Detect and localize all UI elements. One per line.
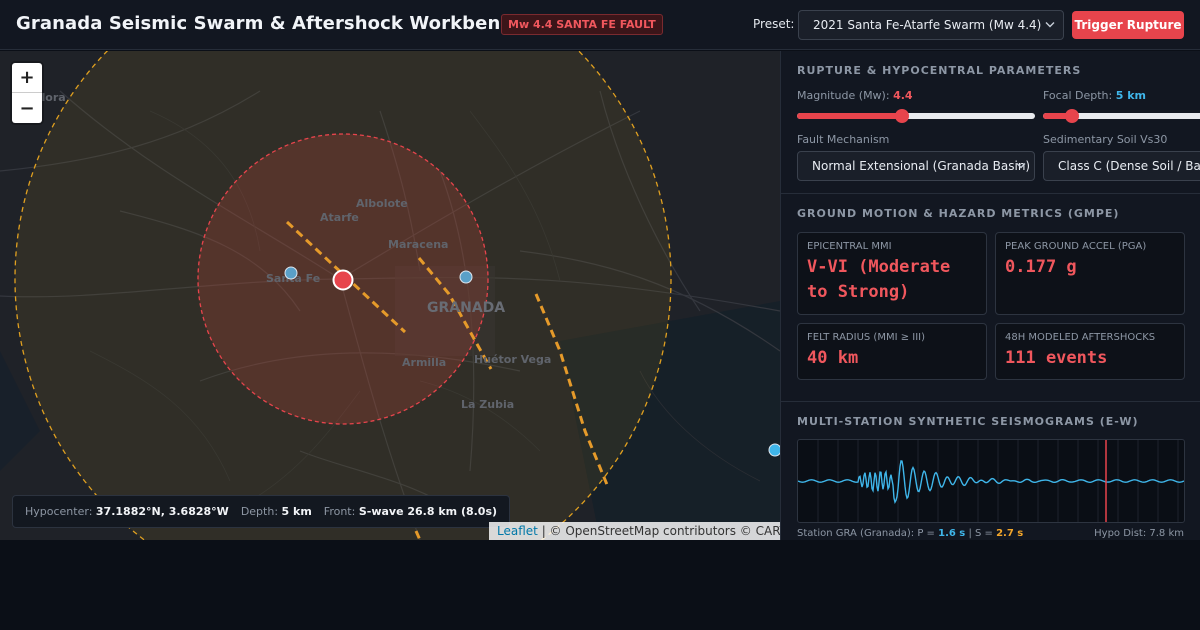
seismogram-section-title: MULTI-STATION SYNTHETIC SEISMOGRAMS (E-W… (797, 415, 1139, 428)
soil-label: Sedimentary Soil Vs30 (1043, 133, 1168, 146)
leaflet-link[interactable]: Leaflet (497, 524, 538, 538)
aftershocks-card: 48H MODELED AFTERSHOCKS 111 events (995, 323, 1185, 380)
magnitude-slider-fill (797, 113, 902, 119)
seismogram-trace (798, 460, 1184, 504)
pga-label: PEAK GROUND ACCEL (PGA) (1005, 241, 1147, 252)
depth-label: Depth: (240, 505, 279, 518)
map-attribution: Leaflet | © OpenStreetMap contributors ©… (489, 522, 780, 540)
station-marker-granada[interactable] (459, 270, 473, 284)
magnitude-slider-thumb[interactable] (894, 109, 909, 123)
zoom-out-button[interactable]: − (12, 93, 42, 123)
soil-class-select[interactable]: Class C (Dense Soil / Basin) (1043, 151, 1200, 181)
hypocenter-value: 37.1882°N, 3.6828°W (95, 505, 229, 518)
pga-card: PEAK GROUND ACCEL (PGA) 0.177 g (995, 232, 1185, 315)
attribution-text: | © OpenStreetMap contributors © CARTO (541, 524, 780, 538)
aftershocks-label: 48H MODELED AFTERSHOCKS (1005, 332, 1156, 343)
place-label-atarfe: Atarfe (320, 211, 359, 224)
hypocenter-label: Hypocenter: (25, 505, 93, 518)
app-title: Granada Seismic Swarm & Aftershock Workb… (16, 13, 525, 34)
fault-mechanism-value: Normal Extensional (Granada Basin) (812, 159, 1031, 173)
mmi-value: V-VI (Moderate to Strong) (807, 257, 951, 302)
seismogram-plot (797, 439, 1185, 523)
event-badge: Mw 4.4 SANTA FE FAULT (501, 14, 663, 35)
zoom-in-button[interactable]: + (12, 63, 42, 93)
front-label: Front: (323, 505, 356, 518)
preset-select-value: 2021 Santa Fe-Atarfe Swarm (Mw 4.4) (813, 18, 1042, 32)
fault-mechanism-label: Fault Mechanism (797, 133, 890, 146)
magnitude-value: 4.4 (893, 89, 913, 102)
soil-class-value: Class C (Dense Soil / Basin) (1058, 159, 1200, 173)
felt-radius-label: FELT RADIUS (MMI ≥ III) (807, 332, 926, 343)
section-divider (781, 401, 1200, 402)
hypo-distance: Hypo Dist: 7.8 km (1094, 528, 1184, 539)
place-label-huetor-vega: Huétor Vega (474, 353, 551, 366)
preset-label: Preset: (753, 17, 795, 31)
s-arrival-value: 2.7 s (996, 528, 1024, 539)
top-bar: Granada Seismic Swarm & Aftershock Workb… (0, 0, 1200, 50)
place-label-albolote: Albolote (356, 197, 408, 210)
p-arrival-value: 1.6 s (938, 528, 966, 539)
place-label-maracena: Maracena (388, 238, 448, 251)
mmi-label: EPICENTRAL MMI (807, 241, 892, 252)
front-value: S-wave 26.8 km (8.0s) (358, 505, 498, 518)
magnitude-label: Magnitude (Mw): 4.4 (797, 89, 913, 102)
map-view[interactable]: Albolote Atarfe Maracena Santa Fe GRANAD… (0, 51, 780, 540)
felt-radius-value: 40 km (807, 348, 859, 368)
magnitude-slider[interactable] (797, 109, 1035, 123)
focal-depth-slider-thumb[interactable] (1064, 109, 1079, 123)
zoom-control: + − (12, 63, 42, 123)
felt-radius-card: FELT RADIUS (MMI ≥ III) 40 km (797, 323, 987, 380)
seismogram-svg (798, 440, 1184, 522)
map-canvas: Albolote Atarfe Maracena Santa Fe GRANAD… (0, 51, 780, 540)
focal-depth-slider[interactable] (1043, 109, 1200, 123)
rupture-section-title: RUPTURE & HYPOCENTRAL PARAMETERS (797, 64, 1082, 77)
section-divider (781, 193, 1200, 194)
aftershocks-value: 111 events (1005, 348, 1108, 368)
station-marker-santa-fe[interactable] (284, 266, 298, 280)
depth-value: 5 km (281, 505, 312, 518)
ground-motion-section-title: GROUND MOTION & HAZARD METRICS (GMPE) (797, 207, 1120, 220)
epicenter-marker[interactable] (332, 269, 354, 291)
place-label-granada: GRANADA (427, 300, 505, 316)
pga-value: 0.177 g (1005, 257, 1077, 277)
chevron-down-icon (1016, 161, 1026, 172)
station-readout: Station GRA (Granada): P = 1.6 s | S = 2… (797, 528, 1024, 539)
focal-depth-value: 5 km (1115, 89, 1146, 102)
place-label-la-zubia: La Zubia (461, 398, 514, 411)
hypocenter-readout: Hypocenter: 37.1882°N, 3.6828°W Depth: 5… (12, 495, 510, 528)
trigger-rupture-button[interactable]: Trigger Rupture (1072, 11, 1184, 39)
mmi-card: EPICENTRAL MMI V-VI (Moderate to Strong) (797, 232, 987, 315)
place-label-armilla: Armilla (402, 356, 446, 369)
station-marker-east[interactable] (768, 443, 780, 457)
fault-mechanism-select[interactable]: Normal Extensional (Granada Basin) (797, 151, 1035, 181)
control-panel: RUPTURE & HYPOCENTRAL PARAMETERS Magnitu… (780, 51, 1200, 540)
preset-select[interactable]: 2021 Santa Fe-Atarfe Swarm (Mw 4.4) (798, 10, 1064, 40)
focal-depth-label: Focal Depth: 5 km (1043, 89, 1146, 102)
chevron-down-icon (1045, 20, 1055, 31)
